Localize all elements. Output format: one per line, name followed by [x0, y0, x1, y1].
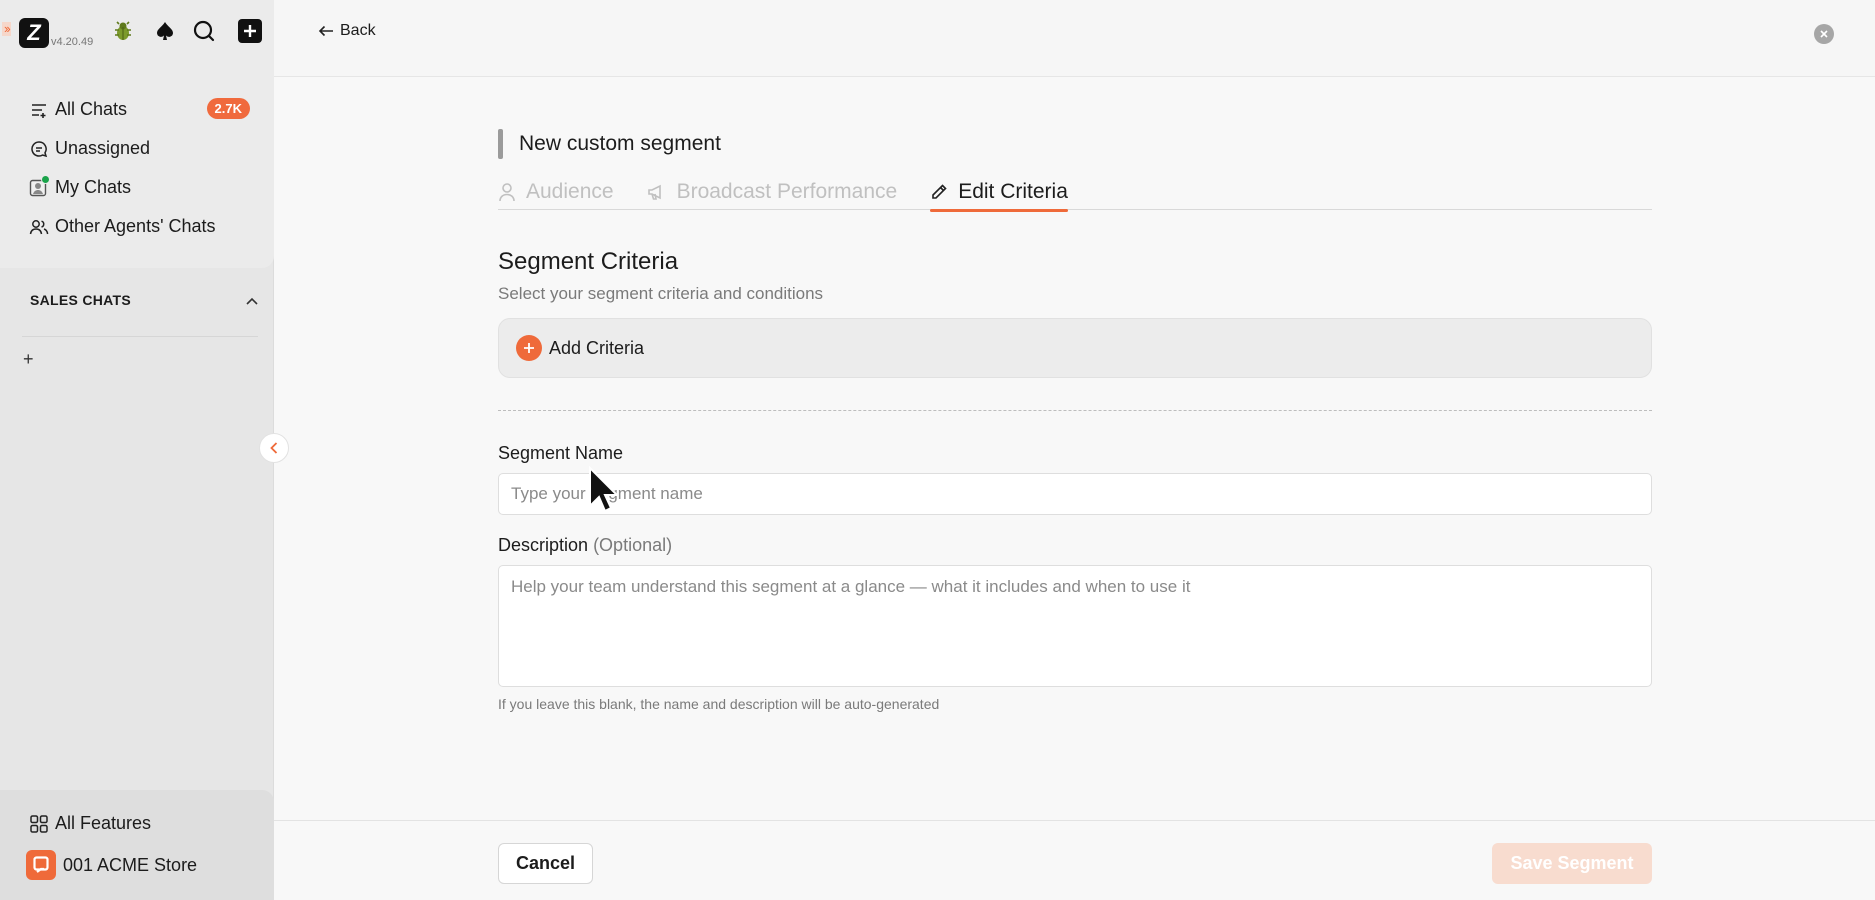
search-icon[interactable]	[191, 18, 217, 44]
segment-tabs: Audience Broadcast Performance Edit Crit…	[498, 174, 1652, 212]
sidebar-top-panel: ›› Z v4.20.49 All Chats 2.7K Unassigned …	[0, 0, 274, 268]
person-icon	[498, 182, 516, 202]
page-title-text: New custom segment	[519, 132, 721, 155]
sidebar-item-other-agents-chats[interactable]: Other Agents' Chats	[0, 207, 274, 246]
back-button[interactable]: Back	[318, 22, 376, 40]
app-version: v4.20.49	[51, 36, 94, 48]
tab-audience[interactable]: Audience	[498, 174, 614, 210]
chevron-left-icon	[270, 442, 278, 454]
chat-bubble-icon	[29, 139, 49, 159]
close-icon	[1820, 30, 1828, 38]
sidebar-item-label: All Chats	[55, 99, 128, 119]
auto-generate-hint: If you leave this blank, the name and de…	[498, 696, 940, 712]
store-logo-icon	[26, 850, 56, 880]
tab-label: Broadcast Performance	[676, 180, 898, 203]
title-accent-bar	[498, 129, 503, 159]
page-title: New custom segment	[498, 128, 1652, 160]
section-divider	[22, 336, 258, 337]
online-status-dot	[41, 175, 50, 184]
all-features-label: All Features	[55, 813, 152, 833]
sidebar-item-label: My Chats	[55, 177, 132, 197]
grid-icon	[29, 814, 49, 834]
add-criteria-button[interactable]: Add Criteria	[498, 318, 1652, 378]
dashed-divider	[498, 410, 1652, 411]
section-label: SALES CHATS	[30, 292, 132, 308]
main-header: Back	[274, 0, 1875, 77]
segment-editor: New custom segment Audience Broadcast Pe…	[498, 128, 1652, 712]
bug-icon[interactable]	[110, 18, 136, 44]
tab-label: Edit Criteria	[958, 180, 1068, 203]
store-switcher[interactable]: 001 ACME Store	[26, 850, 197, 880]
sidebar-item-my-chats[interactable]: My Chats	[0, 168, 274, 207]
sidebar-item-label: Other Agents' Chats	[55, 216, 216, 236]
pencil-icon	[930, 183, 948, 201]
sales-chats-section-toggle[interactable]: SALES CHATS	[30, 292, 258, 308]
sidebar: ›› Z v4.20.49 All Chats 2.7K Unassigned …	[0, 0, 289, 900]
chat-count-badge: 2.7K	[206, 98, 250, 119]
segment-name-label: Segment Name	[498, 443, 624, 463]
megaphone-icon	[647, 182, 667, 202]
tab-label: Audience	[526, 180, 614, 203]
description-label-text: Description	[498, 535, 589, 555]
sidebar-item-label: Unassigned	[55, 138, 151, 158]
store-name: 001 ACME Store	[63, 854, 198, 875]
sidebar-bottom-panel: All Features 001 ACME Store	[0, 790, 274, 900]
back-label: Back	[340, 22, 376, 39]
app-logo: Z	[19, 18, 49, 48]
all-features-button[interactable]: All Features	[29, 813, 151, 834]
users-icon	[29, 217, 49, 237]
plus-square-icon[interactable]	[237, 18, 263, 44]
spade-icon[interactable]	[152, 18, 178, 44]
app-window: ›› Z v4.20.49 All Chats 2.7K Unassigned …	[0, 0, 1875, 900]
sidebar-nav: All Chats 2.7K Unassigned My Chats Other…	[0, 90, 274, 246]
plus-circle-icon	[516, 335, 542, 361]
main-panel: Back New custom segment Audience Broadca…	[274, 0, 1875, 900]
sidebar-item-all-chats[interactable]: All Chats 2.7K	[0, 90, 274, 129]
arrow-left-icon	[318, 25, 340, 37]
form-footer: Cancel Save Segment	[274, 820, 1875, 900]
criteria-subtitle: Select your segment criteria and conditi…	[498, 284, 824, 303]
add-sales-chat-button[interactable]: +	[23, 349, 34, 370]
mouse-cursor	[588, 465, 620, 519]
expand-sidebar-button[interactable]: ››	[2, 22, 11, 36]
collapse-sidebar-button[interactable]	[259, 433, 289, 463]
save-segment-button[interactable]: Save Segment	[1492, 843, 1652, 884]
segment-name-input[interactable]	[498, 473, 1652, 515]
description-textarea[interactable]	[498, 565, 1652, 687]
list-icon	[29, 100, 49, 120]
close-button[interactable]	[1814, 24, 1834, 44]
optional-tag: (Optional)	[593, 535, 673, 555]
description-label: Description (Optional)	[498, 535, 1652, 556]
sidebar-item-unassigned[interactable]: Unassigned	[0, 129, 274, 168]
criteria-title: Segment Criteria	[498, 248, 679, 275]
tab-edit-criteria[interactable]: Edit Criteria	[930, 174, 1068, 212]
tab-broadcast-performance[interactable]: Broadcast Performance	[647, 174, 898, 210]
chevron-up-icon	[246, 292, 258, 308]
add-criteria-label: Add Criteria	[549, 337, 645, 358]
cancel-button[interactable]: Cancel	[498, 843, 593, 884]
